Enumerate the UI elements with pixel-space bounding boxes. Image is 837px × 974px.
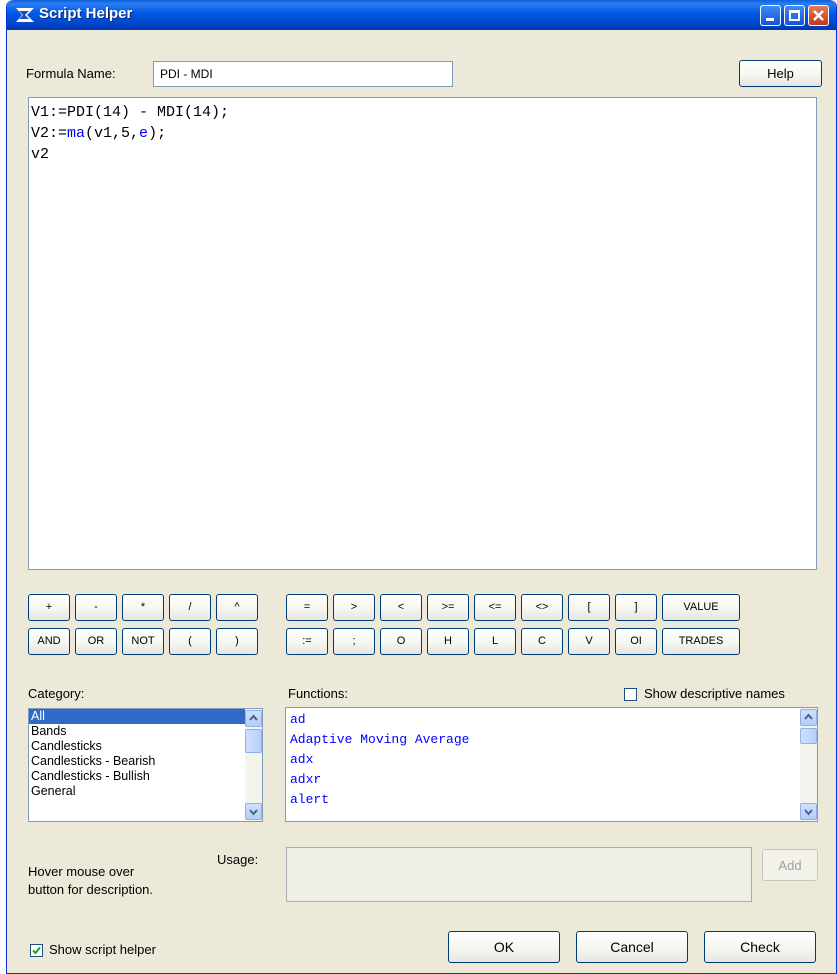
operator-button[interactable]: ^ — [216, 594, 258, 621]
operator-button[interactable]: OI — [615, 628, 657, 655]
app-logo-icon — [16, 8, 34, 22]
scroll-up-icon[interactable] — [800, 709, 817, 726]
category-item[interactable]: Candlesticks - Bearish — [29, 754, 245, 769]
code-text: V1:=PDI(14) - MDI(14); — [31, 104, 230, 121]
category-item[interactable]: Bands — [29, 724, 245, 739]
category-item[interactable]: Candlesticks - Bullish — [29, 769, 245, 784]
operator-button[interactable]: H — [427, 628, 469, 655]
operator-button[interactable]: L — [474, 628, 516, 655]
operator-button[interactable]: O — [380, 628, 422, 655]
operator-button[interactable]: := — [286, 628, 328, 655]
script-editor[interactable]: V1:=PDI(14) - MDI(14); V2:=ma(v1,5,e); v2 — [28, 97, 817, 570]
formula-name-label: Formula Name: — [26, 66, 116, 81]
operator-button[interactable]: ( — [169, 628, 211, 655]
usage-label: Usage: — [217, 852, 259, 867]
show-script-helper-checkbox[interactable] — [30, 944, 43, 957]
category-item[interactable]: All — [29, 709, 245, 724]
category-scrollbar[interactable] — [245, 709, 262, 821]
operator-button[interactable]: = — [286, 594, 328, 621]
operator-button[interactable]: + — [28, 594, 70, 621]
operator-button[interactable]: < — [380, 594, 422, 621]
scroll-up-icon[interactable] — [245, 710, 262, 727]
function-item[interactable]: ad — [286, 710, 817, 730]
category-item[interactable]: General — [29, 784, 245, 799]
maximize-icon — [789, 10, 800, 21]
operator-button[interactable]: V — [568, 628, 610, 655]
operator-button[interactable]: <= — [474, 594, 516, 621]
hint-line-2: button for description. — [28, 882, 154, 897]
operator-button[interactable]: * — [122, 594, 164, 621]
scroll-thumb[interactable] — [800, 728, 817, 744]
show-script-helper-label[interactable]: Show script helper — [49, 942, 156, 957]
title-bar[interactable]: Script Helper — [7, 0, 836, 30]
function-item[interactable]: adx — [286, 750, 817, 770]
maximize-button[interactable] — [784, 5, 805, 26]
usage-box — [286, 847, 752, 902]
code-line: V1:=PDI(14) - MDI(14); — [31, 102, 814, 123]
formula-name-input[interactable] — [153, 61, 453, 87]
category-item[interactable]: Candlesticks — [29, 739, 245, 754]
operator-button[interactable]: / — [169, 594, 211, 621]
code-text: ); — [148, 125, 167, 142]
cancel-button[interactable]: Cancel — [576, 931, 688, 963]
function-item[interactable]: adxr — [286, 770, 817, 790]
operator-button[interactable]: <> — [521, 594, 563, 621]
script-helper-window: Script Helper Formula Name: Help V1:=PDI… — [6, 0, 837, 974]
scroll-down-icon[interactable] — [800, 803, 817, 820]
check-button[interactable]: Check — [704, 931, 816, 963]
operator-button[interactable]: > — [333, 594, 375, 621]
code-keyword: e — [139, 125, 149, 142]
add-button[interactable]: Add — [762, 849, 818, 881]
operator-button[interactable]: ] — [615, 594, 657, 621]
code-keyword: ma — [67, 125, 86, 142]
functions-label: Functions: — [288, 686, 348, 701]
operator-button[interactable]: [ — [568, 594, 610, 621]
close-button[interactable] — [808, 5, 829, 26]
checkmark-icon — [32, 946, 41, 955]
category-items: All Bands Candlesticks Candlesticks - Beari… — [29, 709, 262, 799]
function-item[interactable]: Adaptive Moving Average — [286, 730, 817, 750]
operator-button[interactable]: C — [521, 628, 563, 655]
operator-button[interactable]: ; — [333, 628, 375, 655]
show-descriptive-names-label[interactable]: Show descriptive names — [644, 686, 785, 701]
function-item[interactable]: alert — [286, 790, 817, 810]
minimize-button[interactable] — [760, 5, 781, 26]
category-listbox[interactable]: All Bands Candlesticks Candlesticks - Beari… — [28, 708, 263, 822]
hint-line-1: Hover mouse over — [28, 864, 135, 879]
scroll-down-icon[interactable] — [245, 803, 262, 820]
category-label: Category: — [28, 686, 85, 701]
operator-button[interactable]: ) — [216, 628, 258, 655]
scroll-thumb[interactable] — [245, 729, 262, 753]
help-button[interactable]: Help — [739, 60, 822, 87]
operator-button[interactable]: OR — [75, 628, 117, 655]
operator-button[interactable]: - — [75, 594, 117, 621]
operator-button[interactable]: VALUE — [662, 594, 740, 621]
operator-button[interactable]: AND — [28, 628, 70, 655]
window-title: Script Helper — [39, 5, 133, 22]
show-descriptive-names-checkbox[interactable] — [624, 688, 637, 701]
code-line: v2 — [31, 144, 814, 165]
code-text: v2 — [31, 146, 50, 163]
code-text: V2:= — [31, 125, 68, 142]
close-icon — [813, 10, 824, 21]
function-items: ad Adaptive Moving Average adx adxr alert — [286, 708, 817, 810]
minimize-icon — [766, 18, 774, 21]
code-line: V2:=ma(v1,5,e); — [31, 123, 814, 144]
operator-button[interactable]: NOT — [122, 628, 164, 655]
ok-button[interactable]: OK — [448, 931, 560, 963]
operator-button[interactable]: >= — [427, 594, 469, 621]
functions-listbox[interactable]: ad Adaptive Moving Average adx adxr alert — [285, 707, 818, 822]
operator-button[interactable]: TRADES — [662, 628, 740, 655]
code-text: (v1,5, — [85, 125, 140, 142]
functions-scrollbar[interactable] — [800, 708, 817, 821]
